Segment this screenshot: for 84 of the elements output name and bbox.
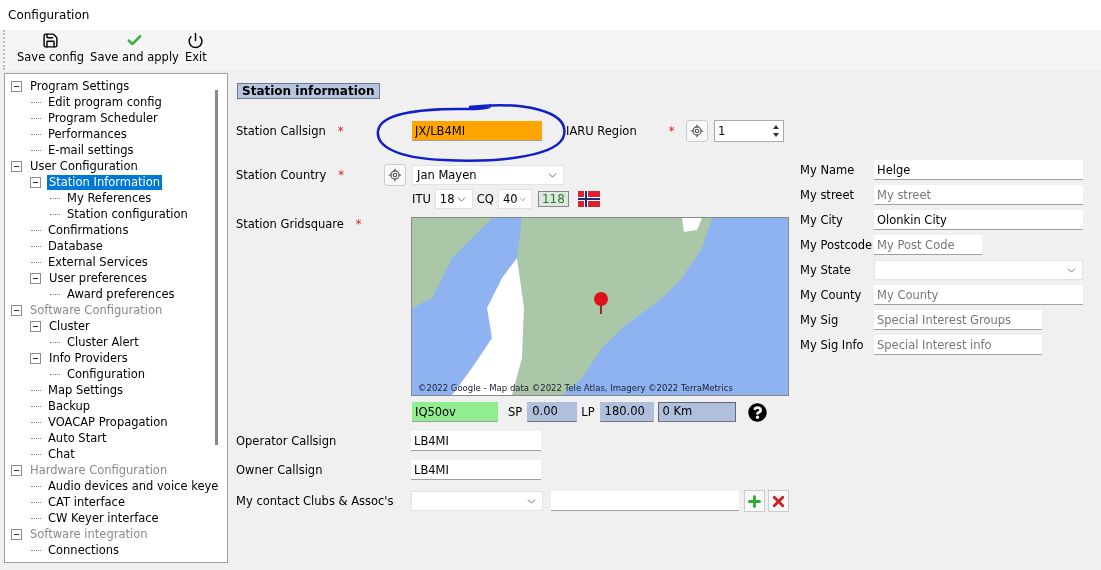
collapse-icon[interactable] — [30, 176, 41, 188]
tree-item[interactable]: Database — [46, 238, 105, 254]
dxcc-number: 118 — [537, 191, 569, 207]
field-label: My State — [800, 263, 852, 277]
toolbar-button[interactable]: Save and apply — [88, 32, 181, 64]
field-label: My Sig Info — [800, 338, 865, 352]
text-field[interactable]: My Post Code — [874, 235, 982, 255]
help-icon[interactable] — [747, 402, 767, 422]
region-spinner[interactable]: 1 — [714, 120, 784, 142]
collapse-icon[interactable] — [11, 304, 22, 316]
crosshair-icon — [388, 168, 402, 182]
tree-item[interactable]: My References — [65, 190, 154, 206]
tree-item[interactable]: External Services — [46, 254, 150, 270]
toolbar-button[interactable]: Exit — [182, 32, 209, 64]
required-asterisk: * — [338, 168, 344, 182]
field-label: LP — [581, 405, 595, 419]
toolbar-button[interactable]: Save config — [15, 32, 87, 64]
field-label: My contact Clubs & Assoc's — [236, 494, 394, 508]
locator-field[interactable]: IQ50ov — [412, 402, 498, 422]
map-pin-icon — [593, 292, 609, 314]
plus-icon — [746, 492, 763, 510]
window-title: Configuration — [8, 8, 90, 22]
cq-dropdown[interactable]: 40 — [497, 189, 532, 209]
field-label: My Name — [800, 163, 856, 177]
text-field[interactable]: Special Interest Groups — [874, 310, 1042, 330]
tree-item[interactable]: Program Scheduler — [46, 110, 160, 126]
locate-button[interactable] — [384, 164, 406, 186]
tree-item[interactable]: E-mail settings — [46, 142, 136, 158]
text-field[interactable]: Helge — [874, 160, 1083, 180]
delete-button[interactable] — [768, 490, 789, 512]
field-label: Station Gridsquare — [236, 217, 344, 231]
callsign-field[interactable]: JX/LB4MI — [412, 121, 542, 141]
map-view[interactable]: ©2022 Google - Map data ©2022 Tele Atlas, Imagery ©2022 TerraMetrics — [411, 217, 789, 396]
field-label: ITU — [412, 192, 431, 206]
section-title: Station information — [237, 83, 380, 99]
vertical-scrollbar[interactable] — [215, 90, 218, 445]
text-field[interactable]: Olonkin City — [874, 210, 1083, 230]
tree-item[interactable]: Edit program config — [46, 94, 164, 110]
map-attribution: ©2022 Google - Map data ©2022 Tele Atlas, Imagery ©2022 TerraMetrics — [418, 383, 733, 393]
collapse-icon[interactable] — [11, 464, 22, 476]
collapse-icon[interactable] — [30, 320, 41, 332]
itu-dropdown[interactable]: 18 — [434, 189, 473, 209]
field-label: My County — [800, 288, 863, 302]
tree-item[interactable]: User preferences — [47, 270, 150, 286]
text-field[interactable]: Special Interest info — [874, 335, 1042, 355]
field-label: Operator Callsign — [236, 434, 337, 448]
tree-item[interactable]: Award preferences — [65, 286, 177, 302]
distance-value: 0 Km — [657, 402, 736, 422]
field-label: My Sig — [800, 313, 840, 327]
text-field[interactable]: My street — [874, 185, 1083, 205]
required-asterisk: * — [668, 124, 675, 138]
tree-item[interactable]: Program Settings — [28, 78, 132, 94]
tree-item[interactable]: Confirmations — [46, 222, 131, 238]
power-icon — [187, 32, 205, 49]
short-path-value: 0.00 — [527, 402, 578, 422]
field-label: IARU Region — [566, 124, 637, 138]
field-label: My Postcode — [800, 238, 874, 252]
tree-item[interactable]: Station configuration — [65, 206, 190, 222]
collapse-icon[interactable] — [11, 80, 22, 92]
tree-item[interactable]: User Configuration — [28, 158, 140, 174]
tree-item[interactable]: Performances — [46, 126, 129, 142]
collapse-icon[interactable] — [30, 352, 41, 364]
field-label: SP — [508, 405, 523, 419]
crosshair-icon — [690, 124, 704, 138]
field-label: My City — [800, 213, 844, 227]
tree-item[interactable]: Station Information — [47, 174, 163, 190]
operator-callsign-field[interactable]: LB4MI — [411, 431, 541, 451]
long-path-value: 180.00 — [599, 402, 654, 422]
collapse-icon[interactable] — [11, 160, 22, 172]
required-asterisk: * — [337, 124, 344, 138]
locate-button[interactable] — [686, 120, 708, 142]
add-button[interactable] — [744, 490, 765, 512]
field-label: Station Country — [236, 168, 327, 182]
required-asterisk: * — [355, 217, 362, 231]
field-label: Station Callsign — [236, 124, 326, 138]
collapse-icon[interactable] — [30, 272, 41, 284]
text-field[interactable]: My County — [874, 285, 1083, 305]
club-field[interactable] — [550, 491, 739, 511]
country-dropdown[interactable]: Jan Mayen — [412, 165, 564, 185]
owner-callsign-field[interactable]: LB4MI — [411, 460, 541, 480]
field-label: Owner Callsign — [236, 463, 323, 477]
field-label: My street — [800, 188, 856, 202]
field-label: CQ — [476, 192, 494, 206]
collapse-icon[interactable] — [11, 528, 22, 540]
